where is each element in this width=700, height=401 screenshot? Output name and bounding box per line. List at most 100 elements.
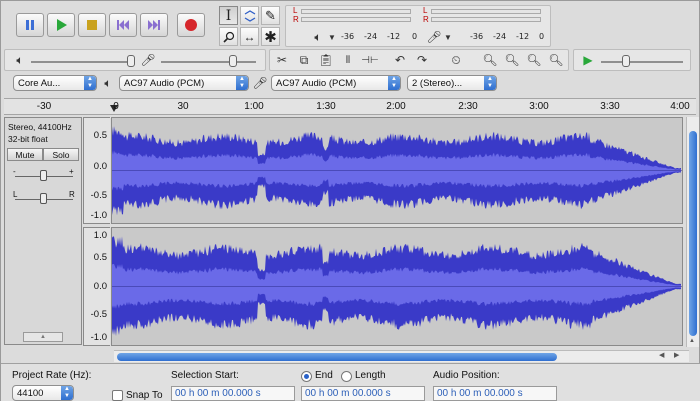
amp-label: 0.5 — [93, 252, 107, 263]
output-device-select[interactable]: AC97 Audio (PCM) ▲ ▼ — [119, 75, 249, 91]
length-label: Length — [355, 370, 386, 381]
input-device-value: AC97 Audio (PCM) — [276, 78, 357, 89]
envelope-tool-button[interactable] — [240, 6, 259, 25]
track-control-panel[interactable]: Stereo, 44100Hz 32-bit float Mute Solo -… — [4, 117, 82, 345]
skip-to-start-button[interactable] — [109, 13, 137, 37]
output-volume-slider[interactable] — [31, 61, 131, 63]
vertical-scrollbar[interactable]: ▲ — [686, 117, 699, 347]
output-volume-thumb[interactable] — [127, 55, 135, 67]
amp-label: -1.0 — [90, 210, 107, 221]
stop-button[interactable] — [78, 13, 106, 37]
selection-end-field[interactable]: 00 h 00 m 00.000 s — [301, 386, 425, 401]
pause-icon — [26, 20, 34, 30]
input-volume-slider[interactable] — [161, 61, 256, 63]
timeshift-tool-button[interactable]: ↔ — [240, 27, 259, 46]
zoom-out-icon[interactable]: 🔍︎ — [503, 51, 521, 69]
record-meter-dropdown-arrow-icon[interactable]: ▼ — [439, 28, 457, 46]
multi-tool-button[interactable]: ✱ — [261, 27, 280, 46]
sync-lock-icon[interactable]: ⏲ — [447, 51, 465, 69]
output-device-speaker-icon: 🔈︎ — [104, 75, 112, 90]
output-device-value: AC97 Audio (PCM) — [124, 78, 205, 89]
vertical-scroll-thumb[interactable] — [689, 131, 697, 336]
ruler-tick-label: -30 — [36, 101, 52, 112]
gain-plus-label: + — [69, 167, 74, 176]
paste-icon[interactable]: 📋︎ — [317, 51, 335, 69]
input-channels-select[interactable]: 2 (Stereo)... ▲ ▼ — [407, 75, 497, 91]
scroll-right-arrow-icon[interactable]: ▶ — [674, 351, 679, 359]
meter-dropdown-arrow-icon[interactable]: ▼ — [323, 28, 341, 46]
ruler-tick-label: 3:00 — [529, 101, 549, 112]
fit-selection-icon[interactable]: 🔍︎ — [525, 51, 543, 69]
chevron-up-down-icon: ▲ ▼ — [61, 386, 73, 400]
play-button[interactable] — [47, 13, 75, 37]
skip-to-end-button[interactable] — [140, 13, 168, 37]
record-meter-bar-right — [431, 17, 541, 22]
scroll-up-arrow-icon[interactable]: ▲ — [689, 338, 695, 344]
zoom-in-icon[interactable]: 🔍︎ — [481, 51, 499, 69]
waveform-left-channel[interactable] — [111, 117, 683, 224]
ruler-tick-label: 0 — [113, 101, 119, 112]
timeshift-icon: ↔ — [243, 29, 256, 44]
silence-icon[interactable]: ⊣⊢ — [361, 51, 379, 69]
undo-icon[interactable]: ↶ — [391, 51, 409, 69]
track-format: 32-bit float — [8, 134, 48, 144]
ruler-tick-label: 3:30 — [600, 101, 620, 112]
chevron-up-down-icon: ▲ ▼ — [84, 76, 96, 90]
chevron-up-down-icon: ▲ ▼ — [388, 76, 400, 90]
timeline-ruler[interactable]: -30 0 30 1:00 1:30 2:00 2:30 3:00 3:30 4… — [4, 98, 696, 115]
horizontal-scrollbar[interactable]: ◀ ▶ — [114, 350, 689, 362]
project-rate-select[interactable]: 44100 ▲ ▼ — [12, 385, 74, 401]
record-button[interactable] — [177, 13, 205, 37]
amp-label: 1.0 — [93, 230, 107, 241]
selection-tool-button[interactable]: I — [219, 6, 238, 25]
asterisk-icon: ✱ — [264, 28, 277, 46]
track-name[interactable]: Stereo, 44100Hz — [8, 122, 72, 132]
pan-right-label: R — [69, 190, 75, 199]
cut-icon[interactable]: ✂ — [273, 51, 291, 69]
audio-position-field[interactable]: 00 h 00 m 00.000 s — [433, 386, 557, 401]
gain-minus-label: - — [13, 167, 16, 176]
draw-tool-button[interactable]: ✎ — [261, 6, 280, 25]
play-scale-4: 0 — [412, 32, 418, 41]
play-speed-thumb[interactable] — [622, 55, 630, 67]
end-radio[interactable] — [301, 371, 312, 382]
play-at-speed-icon[interactable]: ▶ — [579, 51, 597, 69]
chevron-up-down-icon: ▲ ▼ — [236, 76, 248, 90]
play-meter[interactable]: L R — [291, 6, 413, 25]
selection-toolbar: Project Rate (Hz): 44100 ▲ ▼ Snap To Sele… — [1, 363, 700, 401]
gain-thumb[interactable] — [40, 170, 47, 181]
length-radio[interactable] — [341, 371, 352, 382]
output-volume-icon: 🔈︎ — [16, 52, 24, 67]
copy-icon[interactable]: ⧉ — [295, 51, 313, 69]
audio-host-select[interactable]: Core Au... ▲ ▼ — [13, 75, 97, 91]
waveform-right-channel[interactable] — [111, 227, 683, 346]
trim-icon[interactable]: ⫴ — [339, 51, 357, 69]
fit-project-icon[interactable]: 🔍︎ — [547, 51, 565, 69]
collapse-track-button[interactable]: ▲ — [23, 332, 63, 342]
selection-end-value: 00 h 00 m 00.000 s — [305, 388, 391, 399]
chevron-up-down-icon: ▲ ▼ — [484, 76, 496, 90]
selection-start-field[interactable]: 00 h 00 m 00.000 s — [171, 386, 295, 401]
mute-button[interactable]: Mute — [7, 148, 43, 161]
record-meter[interactable]: L R — [421, 6, 543, 25]
input-volume-icon: 🎤︎ — [140, 53, 156, 67]
amp-label: -0.5 — [90, 309, 107, 320]
zoom-tool-button[interactable] — [219, 27, 238, 46]
snap-to-checkbox[interactable] — [112, 390, 123, 401]
input-device-select[interactable]: AC97 Audio (PCM) ▲ ▼ — [271, 75, 401, 91]
project-rate-value: 44100 — [17, 388, 44, 399]
amp-label: 0.0 — [93, 281, 107, 292]
input-device-mic-icon: 🎤︎ — [252, 76, 268, 90]
solo-button[interactable]: Solo — [43, 148, 79, 161]
audio-position-value: 00 h 00 m 00.000 s — [437, 388, 523, 399]
pause-button[interactable] — [16, 13, 44, 37]
play-speed-slider[interactable] — [601, 61, 683, 63]
horizontal-scroll-thumb[interactable] — [117, 353, 557, 361]
pan-thumb[interactable] — [40, 193, 47, 204]
input-volume-thumb[interactable] — [229, 55, 237, 67]
redo-icon[interactable]: ↷ — [413, 51, 431, 69]
scroll-left-arrow-icon[interactable]: ◀ — [659, 351, 664, 359]
audio-position-label: Audio Position: — [433, 370, 500, 381]
amp-label: -1.0 — [90, 332, 107, 343]
input-channels-value: 2 (Stereo)... — [412, 78, 463, 89]
